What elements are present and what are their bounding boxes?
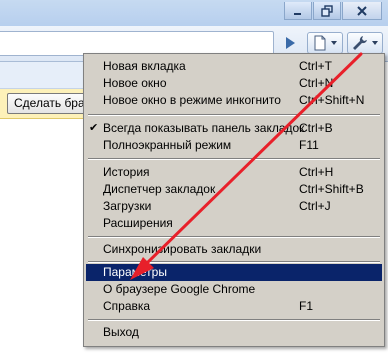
close-button[interactable]: [342, 2, 382, 20]
menu-separator: [88, 114, 380, 116]
menu-item-sync-bookmarks[interactable]: Синхронизировать закладки: [86, 241, 382, 258]
minimize-button[interactable]: [284, 2, 312, 20]
menu-item-new-tab[interactable]: Новая вкладка Ctrl+T: [86, 58, 382, 75]
page-menu-button[interactable]: [307, 32, 343, 54]
minimize-icon: [294, 12, 301, 15]
menu-item-label: Новая вкладка: [103, 59, 186, 73]
menu-item-history[interactable]: История Ctrl+H: [86, 164, 382, 181]
menu-item-label: О браузере Google Chrome: [103, 282, 256, 296]
menu-item-label: Диспетчер закладок: [103, 182, 216, 196]
go-button[interactable]: [282, 32, 298, 54]
menu-item-label: Новое окно: [103, 76, 167, 90]
menu-item-shortcut: Ctrl+T: [299, 59, 332, 73]
menu-separator: [88, 236, 380, 238]
menu-item-incognito-window[interactable]: Новое окно в режиме инкогнито Ctrl+Shift…: [86, 92, 382, 109]
menu-item-shortcut: Ctrl+J: [299, 199, 331, 213]
menu-item-extensions[interactable]: Расширения: [86, 215, 382, 232]
menu-item-shortcut: Ctrl+B: [299, 121, 333, 135]
chevron-down-icon: [330, 41, 337, 45]
restore-icon: [321, 4, 333, 17]
menu-item-exit[interactable]: Выход: [86, 324, 382, 341]
menu-item-shortcut: Ctrl+Shift+B: [299, 182, 364, 196]
check-mark-icon: ✔: [89, 122, 99, 134]
default-browser-infobar: Сделать брау: [0, 89, 102, 119]
menu-item-options[interactable]: Параметры: [86, 264, 382, 281]
menu-item-shortcut: Ctrl+H: [299, 165, 334, 179]
menu-item-label: Загрузки: [103, 199, 152, 213]
tools-dropdown-menu: Новая вкладка Ctrl+T Новое окно Ctrl+N Н…: [83, 53, 385, 347]
menu-item-label: История: [103, 165, 150, 179]
menu-item-show-bookmarks-bar[interactable]: ✔ Всегда показывать панель закладок Ctrl…: [86, 120, 382, 137]
menu-item-fullscreen[interactable]: Полноэкранный режим F11: [86, 137, 382, 154]
chevron-down-icon: [371, 41, 378, 45]
menu-item-shortcut: Ctrl+N: [299, 76, 334, 90]
title-bar: [0, 0, 388, 26]
restore-button[interactable]: [313, 2, 341, 20]
menu-item-help[interactable]: Справка F1: [86, 298, 382, 315]
tools-menu-button[interactable]: [347, 32, 383, 54]
menu-item-shortcut: F1: [299, 299, 314, 313]
menu-item-bookmark-manager[interactable]: Диспетчер закладок Ctrl+Shift+B: [86, 181, 382, 198]
menu-item-label: Полноэкранный режим: [103, 138, 232, 152]
bookmarks-bar: [0, 62, 90, 89]
window-controls: [284, 2, 382, 20]
play-arrow-icon: [286, 37, 295, 49]
menu-item-downloads[interactable]: Загрузки Ctrl+J: [86, 198, 382, 215]
menu-item-shortcut: Ctrl+Shift+N: [299, 93, 365, 107]
wrench-icon: [352, 36, 367, 50]
close-icon: [357, 5, 367, 16]
menu-item-label: Расширения: [103, 216, 173, 230]
menu-item-label: Синхронизировать закладки: [103, 242, 262, 256]
menu-separator: [88, 261, 380, 263]
menu-item-label: Выход: [103, 325, 139, 339]
menu-item-label: Справка: [103, 299, 151, 313]
menu-separator: [88, 319, 380, 321]
menu-item-shortcut: F11: [299, 138, 319, 152]
menu-item-label: Новое окно в режиме инкогнито: [103, 93, 281, 107]
page-icon: [314, 35, 325, 51]
menu-item-label: Всегда показывать панель закладок: [103, 121, 305, 135]
menu-item-about-chrome[interactable]: О браузере Google Chrome: [86, 281, 382, 298]
menu-separator: [88, 158, 380, 160]
menu-item-label: Параметры: [103, 265, 167, 279]
menu-item-new-window[interactable]: Новое окно Ctrl+N: [86, 75, 382, 92]
